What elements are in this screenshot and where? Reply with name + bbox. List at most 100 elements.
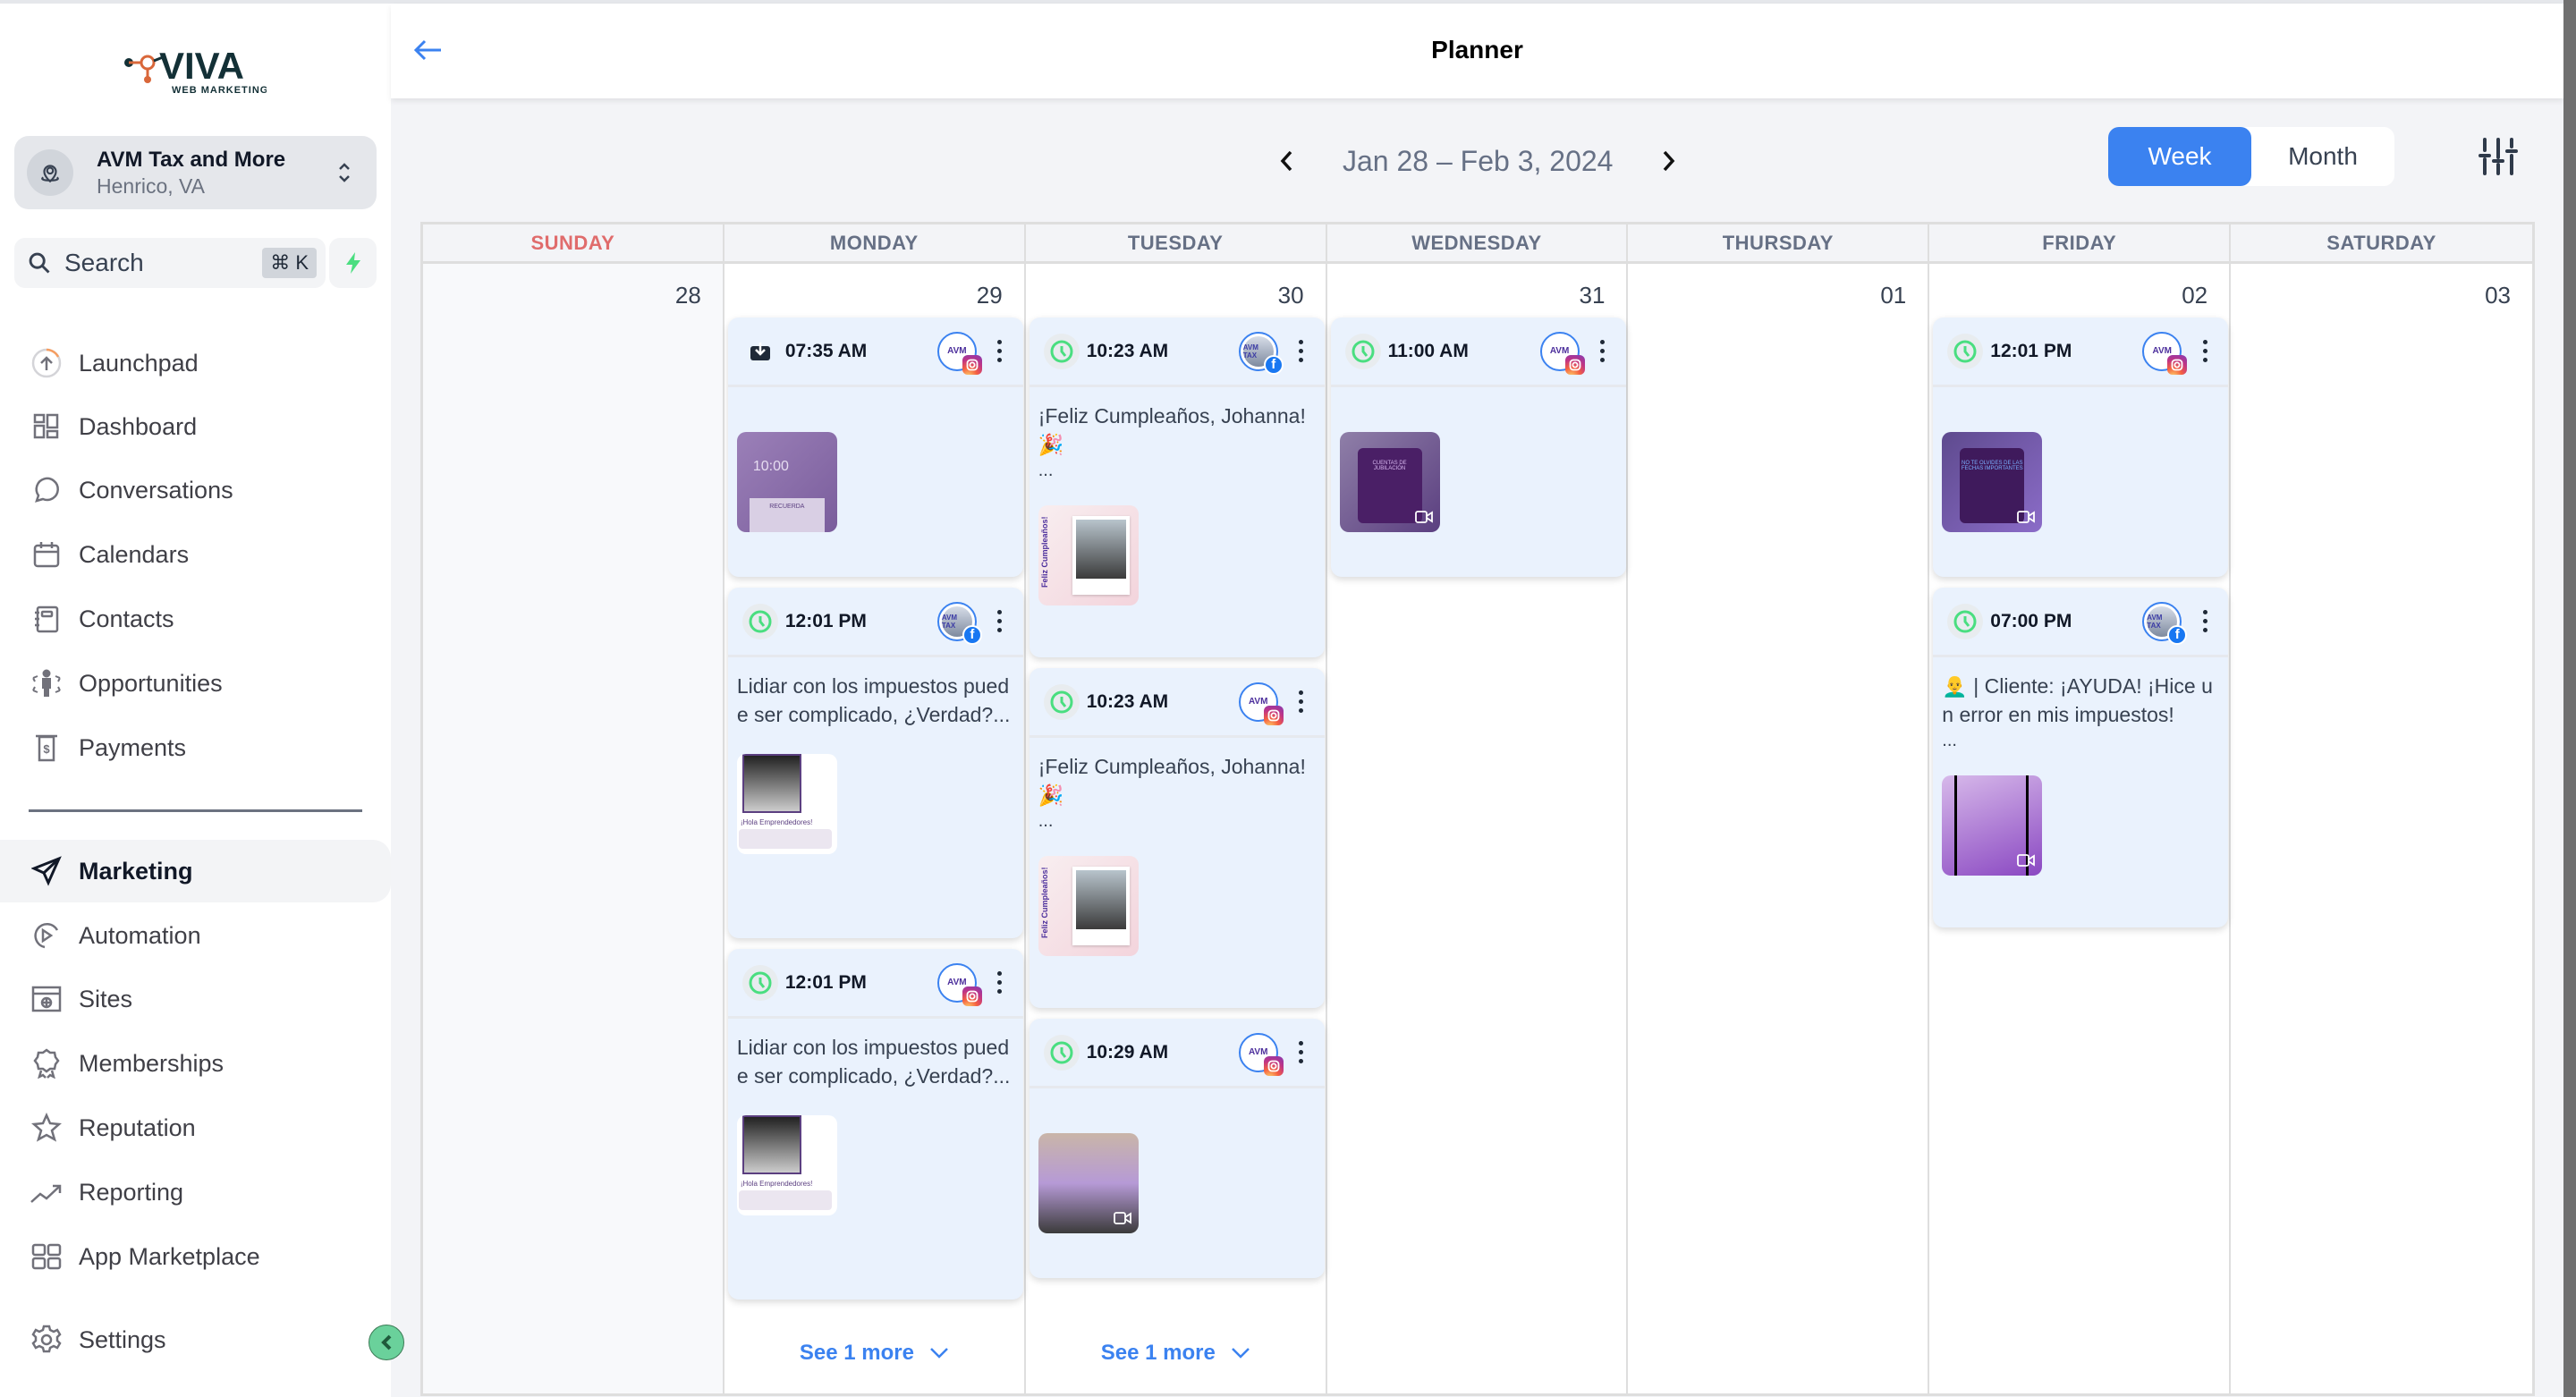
day-column-wednesday[interactable]: WEDNESDAY 31 11:00 AM AVM CUENTAS DE JUBILAC… [1326, 224, 1629, 1393]
sidebar-item-payments[interactable]: $ Payments [0, 716, 391, 779]
sidebar-label: Dashboard [79, 412, 198, 440]
more-options-icon[interactable] [1291, 1033, 1312, 1072]
quick-actions-button[interactable] [329, 238, 377, 288]
post-media-thumbnail[interactable]: ¡Hola Emprendedores! [736, 1115, 837, 1215]
post-time: 11:00 AM [1387, 340, 1469, 361]
facebook-icon: f [2167, 624, 2188, 645]
day-number: 28 [674, 282, 701, 309]
day-number: 29 [976, 282, 1003, 309]
sidebar-item-contacts[interactable]: Contacts [0, 588, 391, 650]
sidebar-item-calendars[interactable]: Calendars [0, 523, 391, 586]
post-media-thumbnail[interactable] [1942, 775, 2043, 876]
more-options-icon[interactable] [1592, 332, 1614, 371]
day-column-friday[interactable]: FRIDAY 02 12:01 PM AVM NO TE OLVIDES DE LAS … [1929, 224, 2232, 1393]
sidebar-item-reporting[interactable]: Reporting [0, 1161, 391, 1223]
more-options-icon[interactable] [1291, 332, 1312, 371]
brand-logo[interactable]: VIVA WEB MARKETING [123, 39, 267, 100]
post-card[interactable]: 10:23 AM AVM ¡Feliz Cumpleaños, Johanna! 🎉… [1029, 668, 1325, 1008]
sidebar-item-sites[interactable]: Sites [0, 968, 391, 1030]
post-card-header: 12:01 PM AVM [727, 949, 1023, 1019]
paper-plane-icon [29, 853, 64, 889]
account-avatar[interactable]: AVM TAX f [1238, 331, 1284, 375]
account-avatar[interactable]: AVM [1238, 682, 1284, 725]
chevron-up-down-icon [326, 159, 362, 186]
sidebar-item-automation[interactable]: Automation [0, 904, 391, 967]
week-calendar-grid: SUNDAY 28 MONDAY 29 07:35 AM AVM 10:00 RECUERDA… [420, 222, 2535, 1396]
post-media-thumbnail[interactable]: ¡Hola Emprendedores! [736, 754, 837, 854]
post-media-thumbnail[interactable]: CUENTAS DE JUBILACIÓN [1339, 432, 1440, 532]
post-media-thumbnail[interactable]: NO TE OLVIDES DE LAS FECHAS IMPORTANTES [1942, 432, 2043, 532]
location-pin-icon [27, 149, 73, 196]
post-card[interactable]: 11:00 AM AVM CUENTAS DE JUBILACIÓN [1330, 318, 1626, 577]
sidebar-item-memberships[interactable]: Memberships [0, 1032, 391, 1095]
view-toggle: Week Month [2108, 127, 2394, 186]
post-time: 07:35 AM [784, 340, 868, 361]
account-avatar[interactable]: AVM [936, 331, 982, 375]
page-scrollbar[interactable] [2563, 0, 2576, 1397]
post-card-header: 10:23 AM AVM [1029, 668, 1325, 738]
planner-main: Planner Jan 28 – Feb 3, 2024 Week Month … [391, 4, 2563, 1397]
account-avatar[interactable]: AVM TAX f [936, 601, 982, 645]
account-avatar[interactable]: AVM [2142, 331, 2188, 375]
day-column-monday[interactable]: MONDAY 29 07:35 AM AVM 10:00 RECUERDA 12:01 PM… [724, 224, 1026, 1393]
date-range-label: Jan 28 – Feb 3, 2024 [1343, 144, 1614, 177]
day-column-saturday[interactable]: SATURDAY 03 [2231, 224, 2532, 1393]
post-card[interactable]: 12:01 PM AVM TAX f Lidiar con los impuestos… [727, 588, 1023, 938]
account-avatar[interactable]: AVM [936, 962, 982, 1006]
sidebar-item-dashboard[interactable]: Dashboard [0, 395, 391, 458]
day-column-sunday[interactable]: SUNDAY 28 [423, 224, 724, 1393]
post-card[interactable]: 10:23 AM AVM TAX f ¡Feliz Cumpleaños, Johan… [1029, 318, 1325, 657]
post-card[interactable]: 10:29 AM AVM [1029, 1019, 1325, 1278]
see-more-button[interactable]: See 1 more [1026, 1341, 1326, 1366]
next-week-button[interactable] [1648, 141, 1688, 181]
sidebar-item-app-marketplace[interactable]: App Marketplace [0, 1225, 391, 1288]
collapse-sidebar-button[interactable] [369, 1325, 404, 1360]
sidebar-label: Reporting [79, 1178, 184, 1206]
day-number: 30 [1277, 282, 1304, 309]
view-month-button[interactable]: Month [2251, 127, 2394, 186]
sidebar-divider [29, 809, 362, 812]
sidebar-item-conversations[interactable]: Conversations [0, 459, 391, 521]
view-week-button[interactable]: Week [2108, 127, 2251, 186]
filter-settings-button[interactable] [2478, 136, 2522, 181]
account-avatar[interactable]: AVM TAX f [2142, 601, 2188, 645]
sidebar-item-launchpad[interactable]: Launchpad [0, 332, 391, 394]
day-column-tuesday[interactable]: TUESDAY 30 10:23 AM AVM TAX f ¡Feliz Cumpleañ… [1025, 224, 1327, 1393]
post-media-thumbnail[interactable]: Feliz Cumpleaños! [1038, 856, 1139, 956]
post-card[interactable]: 07:00 PM AVM TAX f 👨‍🦲 | Cliente: ¡AYUDA! ¡… [1933, 588, 2229, 927]
sidebar-item-settings[interactable]: Settings [0, 1308, 391, 1371]
more-options-icon[interactable] [2194, 602, 2216, 641]
post-media-thumbnail[interactable]: Feliz Cumpleaños! [1038, 505, 1139, 605]
sidebar-item-opportunities[interactable]: Opportunities [0, 652, 391, 715]
sidebar-item-reputation[interactable]: Reputation [0, 1096, 391, 1159]
location-switcher[interactable]: AVM Tax and More Henrico, VA [14, 136, 377, 209]
clock-icon [741, 964, 778, 1001]
account-avatar[interactable]: AVM [1539, 331, 1585, 375]
more-options-icon[interactable] [2194, 332, 2216, 371]
day-header: SUNDAY [423, 224, 723, 264]
location-address: Henrico, VA [97, 174, 206, 198]
more-options-icon[interactable] [989, 332, 1011, 371]
media-text: Feliz Cumpleaños! [1039, 867, 1049, 938]
calendar-icon [29, 537, 64, 572]
media-text: NO TE OLVIDES DE LAS FECHAS IMPORTANTES [1960, 448, 2025, 523]
search-bar[interactable]: Search ⌘ K [14, 238, 326, 288]
day-column-thursday[interactable]: THURSDAY 01 [1628, 224, 1930, 1393]
post-card[interactable]: 12:01 PM AVM Lidiar con los impuestos pued… [727, 949, 1023, 1300]
day-header: SATURDAY [2231, 224, 2532, 264]
day-number: 01 [1880, 282, 1907, 309]
post-card-header: 12:01 PM AVM TAX f [727, 588, 1023, 657]
sidebar-item-marketing[interactable]: Marketing [0, 840, 391, 902]
more-options-icon[interactable] [989, 963, 1011, 1003]
post-media-thumbnail[interactable]: 10:00 RECUERDA [736, 432, 837, 532]
prev-week-button[interactable] [1267, 141, 1307, 181]
more-options-icon[interactable] [989, 602, 1011, 641]
more-options-icon[interactable] [1291, 682, 1312, 722]
post-media-thumbnail[interactable] [1038, 1133, 1139, 1233]
account-avatar[interactable]: AVM [1238, 1032, 1284, 1076]
post-card[interactable]: 12:01 PM AVM NO TE OLVIDES DE LAS FECHAS I… [1933, 318, 2229, 577]
post-card[interactable]: 07:35 AM AVM 10:00 RECUERDA [727, 318, 1023, 577]
see-more-button[interactable]: See 1 more [724, 1341, 1024, 1366]
media-text: ¡Hola Emprendedores! [740, 818, 813, 826]
day-header: TUESDAY [1025, 224, 1326, 264]
